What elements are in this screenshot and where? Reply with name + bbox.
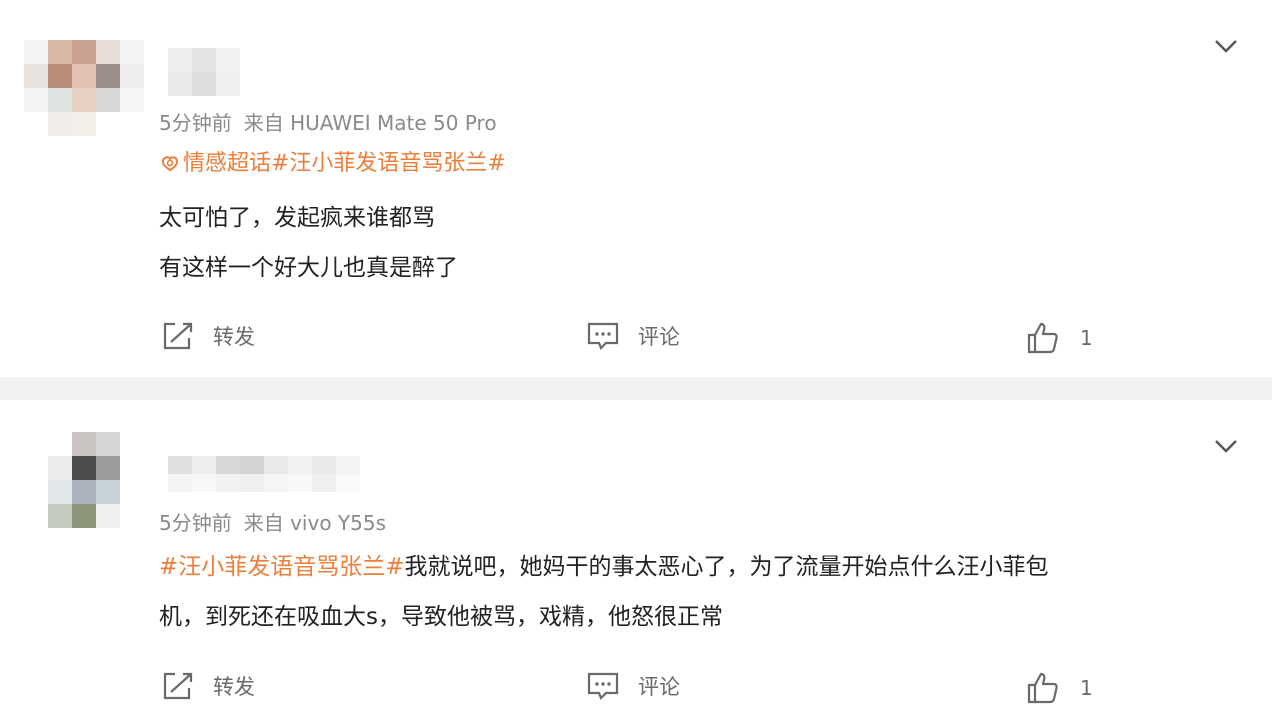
repost-label: 转发 — [213, 675, 255, 699]
comment-card: 5分钟前 来自 HUAWEI Mate 50 Pro 情感超话#汪小菲发语音骂张兰… — [0, 0, 1272, 377]
chevron-down-icon[interactable] — [1212, 32, 1240, 60]
hashtag-link[interactable]: #汪小菲发语音骂张兰# — [159, 554, 405, 580]
avatar[interactable] — [48, 432, 120, 528]
username[interactable] — [168, 456, 360, 492]
comment-button[interactable]: 评论 — [586, 670, 680, 702]
comment-meta: 5分钟前 来自 vivo Y55s — [159, 507, 386, 536]
like-count: 1 — [1080, 676, 1093, 700]
like-icon — [1027, 672, 1058, 704]
comment-text-line: 太可怕了，发起疯来谁都骂 — [159, 205, 435, 231]
repost-icon — [163, 672, 193, 700]
comment-text-line: 有这样一个好大儿也真是醉了 — [159, 255, 458, 281]
like-count: 1 — [1080, 326, 1093, 350]
avatar[interactable] — [24, 40, 144, 136]
comment-text-segment: 我就说吧，她妈干的事太恶心了，为了流量开始点什么汪小菲包 — [404, 554, 1049, 580]
like-button[interactable]: 1 — [1026, 321, 1093, 355]
comment-text-line: 机，到死还在吸血大s，导致他被骂，戏精，他怒很正常 — [159, 604, 723, 630]
comment-icon — [587, 322, 619, 350]
repost-button[interactable]: 转发 — [161, 320, 255, 352]
timestamp: 5分钟前 — [159, 111, 232, 135]
super-topic-link[interactable]: 情感超话#汪小菲发语音骂张兰# — [159, 145, 506, 177]
comment-card: 5分钟前 来自 vivo Y55s #汪小菲发语音骂张兰#我就说吧，她妈干的事太恶… — [0, 400, 1272, 718]
timestamp: 5分钟前 — [159, 511, 232, 535]
super-topic-text: 情感超话#汪小菲发语音骂张兰# — [183, 151, 506, 176]
repost-button[interactable]: 转发 — [161, 670, 255, 702]
comment-label: 评论 — [638, 675, 680, 699]
username[interactable] — [168, 48, 240, 96]
device-source: 来自 vivo Y55s — [243, 511, 386, 535]
comment-meta: 5分钟前 来自 HUAWEI Mate 50 Pro — [159, 107, 497, 136]
comment-button[interactable]: 评论 — [586, 320, 680, 352]
comment-divider — [0, 377, 1272, 400]
like-icon — [1027, 322, 1058, 354]
device-source: 来自 HUAWEI Mate 50 Pro — [243, 111, 497, 135]
comment-label: 评论 — [638, 325, 680, 349]
comment-icon — [587, 672, 619, 700]
repost-icon — [163, 322, 193, 350]
comment-text-line: #汪小菲发语音骂张兰#我就说吧，她妈干的事太恶心了，为了流量开始点什么汪小菲包 — [159, 547, 1049, 581]
like-button[interactable]: 1 — [1026, 671, 1093, 705]
super-topic-icon — [161, 156, 179, 172]
chevron-down-icon[interactable] — [1212, 432, 1240, 460]
repost-label: 转发 — [213, 325, 255, 349]
